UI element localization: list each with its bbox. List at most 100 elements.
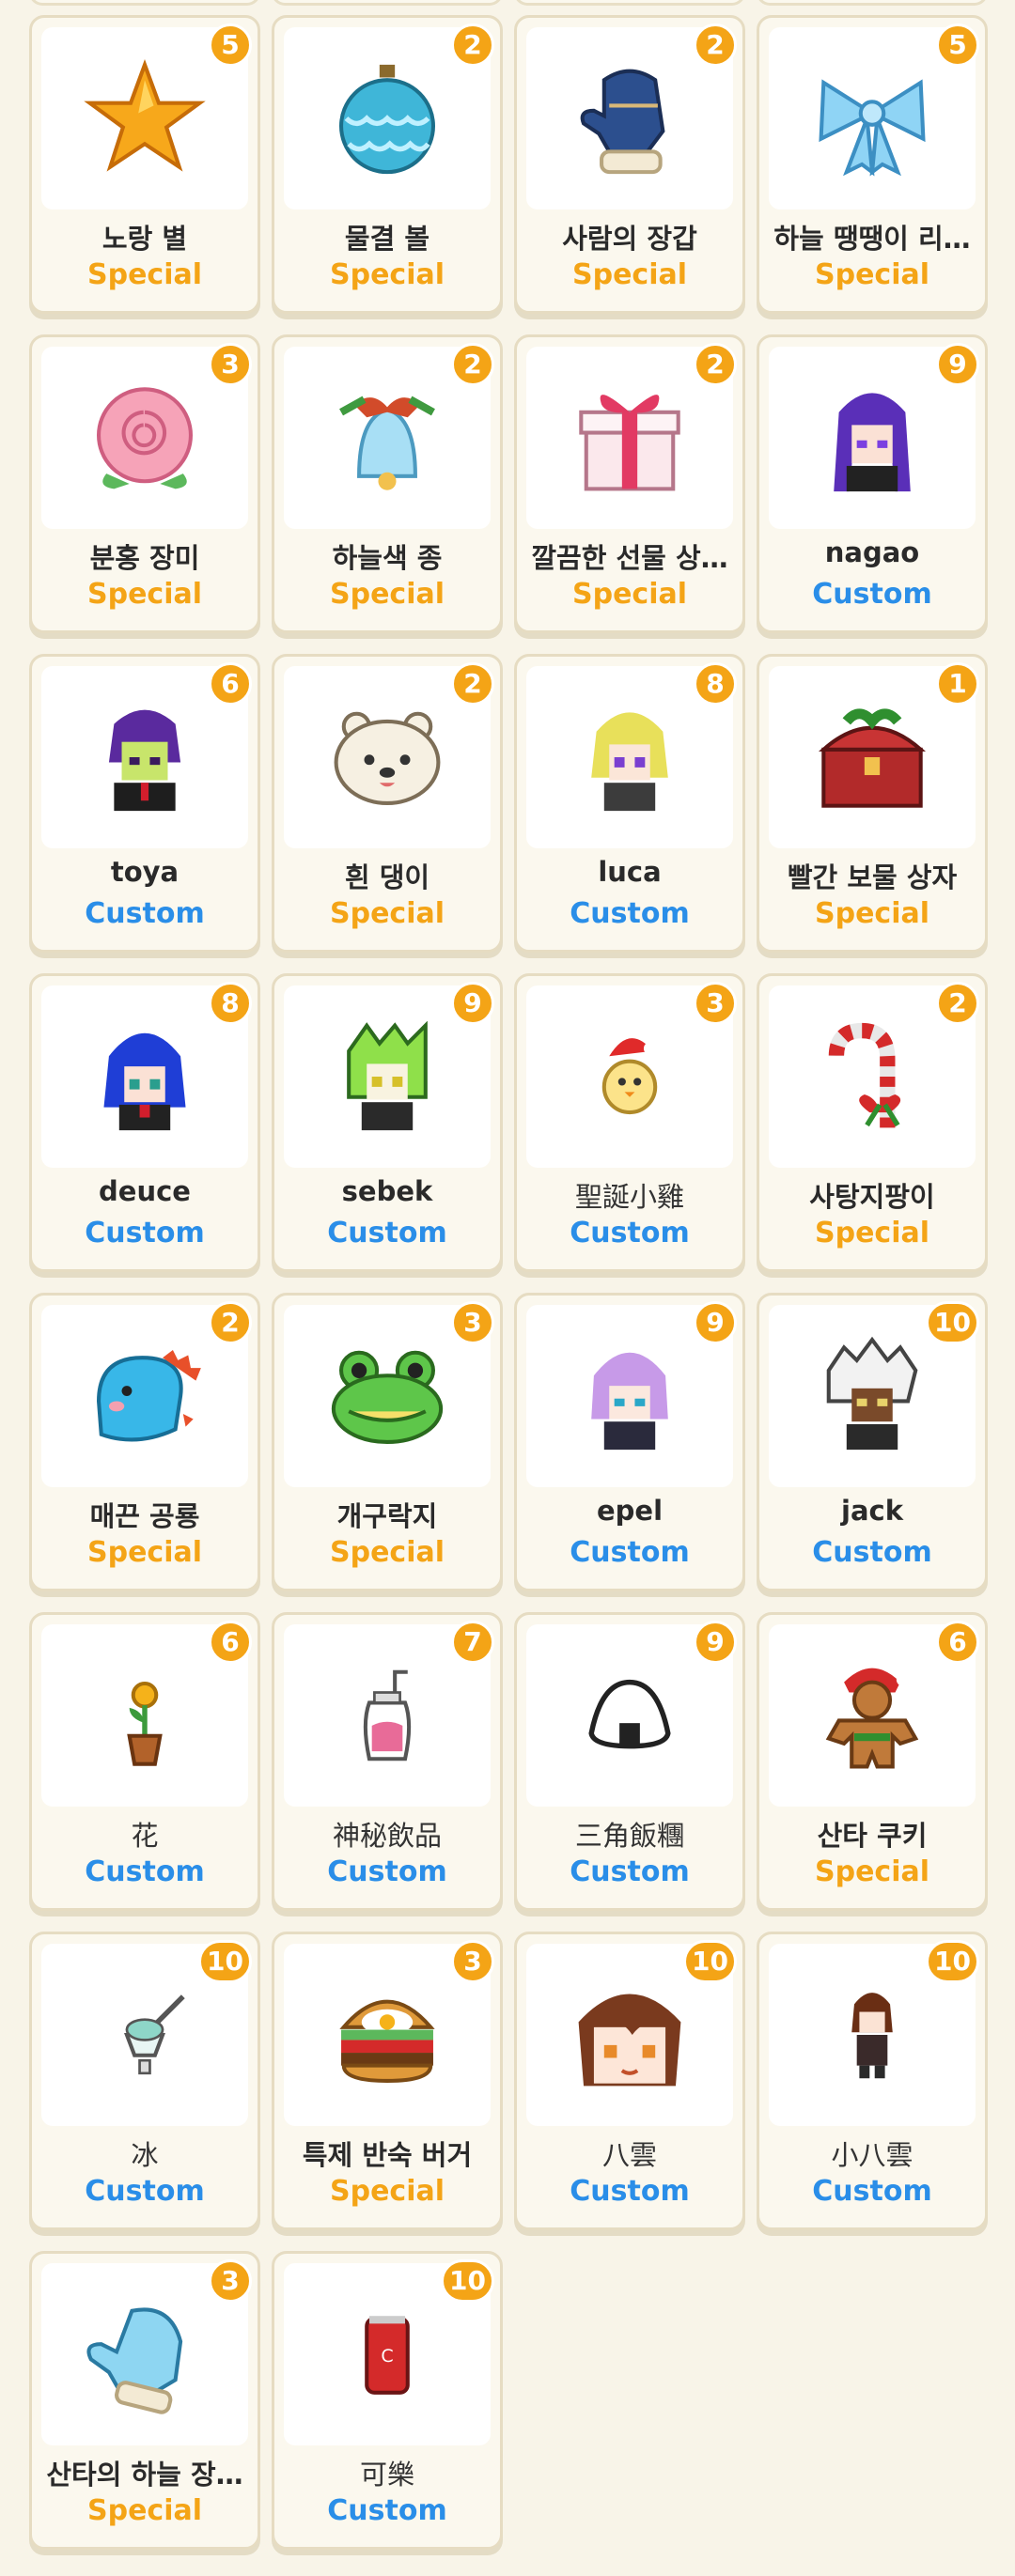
item-name: epel [596,1495,664,1527]
blonde-character-icon [591,712,668,812]
blue-mitten-icon [580,69,665,175]
item-card[interactable]: 1 빨간 보물 상자 Special [757,654,988,953]
item-card[interactable]: 5 노랑 별 Special [29,15,260,314]
item-card[interactable]: 9 nagao Custom [757,334,988,633]
item-card[interactable]: 10 小八雲 Custom [757,1932,988,2230]
item-card[interactable]: 9 epel Custom [514,1293,745,1591]
item-name: 빨간 보물 상자 [787,861,958,893]
item-name: 특제 반숙 버거 [302,2139,473,2171]
item-card[interactable]: 10 jack Custom [757,1293,988,1591]
lavender-hair-character-icon [591,1352,668,1451]
mystery-drink-icon [363,1669,412,1761]
item-card[interactable]: 6 toya Custom [29,654,260,953]
item-type-label: Special [329,897,445,930]
item-type-label: Special [329,2175,445,2208]
blue-ribbon-icon [819,79,926,177]
item-card[interactable]: 6 花 Custom [29,1612,260,1911]
count-badge: 2 [451,343,494,386]
count-badge: 6 [209,662,252,706]
item-type-label: Special [571,258,688,291]
item-card[interactable]: 2 사탕지팡이 Special [757,973,988,1272]
green-hair-character-icon [347,1020,428,1131]
item-card[interactable]: 2 사람의 장갑 Special [514,15,745,314]
item-type-label: Special [86,2494,203,2527]
item-card[interactable]: 2 깔끔한 선물 상… Special [514,334,745,633]
item-card[interactable]: 2 하늘색 종 Special [272,334,503,633]
item-name: 분홍 장미 [89,542,200,574]
item-card[interactable]: 9 三角飯糰 Custom [514,1612,745,1911]
item-card[interactable]: 2 흰 댕이 Special [272,654,503,953]
item-type-label: Special [571,578,688,611]
item-type-label: Custom [85,1217,205,1249]
item-name: 하늘색 종 [332,542,443,574]
item-name: luca [598,856,662,888]
gingerbread-santa-icon [825,1668,919,1769]
item-name: 花 [131,1820,159,1852]
item-type-label: Custom [570,1217,690,1249]
item-type-label: Special [814,897,930,930]
item-type-label: Special [86,258,203,291]
item-name: 冰 [131,2139,159,2171]
item-name: 神秘飲品 [332,1820,442,1852]
item-card[interactable]: 10 八雲 Custom [514,1932,745,2230]
item-name: 산타 쿠키 [817,1820,928,1852]
count-badge: 1 [936,662,979,706]
count-badge: 6 [209,1621,252,1664]
item-card[interactable]: 7 神秘飲品 Custom [272,1612,503,1911]
item-card[interactable]: 8 deuce Custom [29,973,260,1272]
item-card[interactable]: 3 산타의 하늘 장… Special [29,2251,260,2550]
item-type-label: Special [814,1217,930,1249]
item-card[interactable]: 2 물결 볼 Special [272,15,503,314]
item-name: 可樂 [359,2459,414,2491]
previous-row-edge [0,0,1015,13]
item-card[interactable]: 6 산타 쿠키 Special [757,1612,988,1911]
item-name: sebek [341,1175,433,1207]
count-badge: 10 [926,1301,979,1344]
item-card[interactable]: C 10 可樂 Custom [272,2251,503,2550]
gift-box-icon [579,395,680,491]
item-type-label: Custom [327,1855,447,1888]
yellow-star-icon [84,58,206,172]
item-card[interactable]: 10 冰 Custom [29,1932,260,2230]
count-badge: 2 [209,1301,252,1344]
count-badge: 10 [683,1940,737,1983]
item-card[interactable]: 3 특제 반숙 버거 Special [272,1932,503,2230]
item-name: 하늘 땡땡이 리… [773,223,971,255]
count-badge: 2 [451,23,494,67]
item-name: 小八雲 [831,2139,914,2171]
item-type-label: Special [86,1536,203,1569]
count-badge: 3 [209,2259,252,2303]
potted-flower-icon [127,1681,163,1766]
item-name: 聖誕小雞 [574,1181,684,1213]
item-card[interactable]: 5 하늘 땡땡이 리… Special [757,15,988,314]
item-card[interactable]: 8 luca Custom [514,654,745,953]
count-badge: 9 [694,1301,737,1344]
item-card[interactable]: 9 sebek Custom [272,973,503,1272]
item-name: 흰 댕이 [344,861,430,893]
small-character-icon [851,1993,893,2079]
item-type-label: Special [814,258,930,291]
item-type-label: Custom [85,897,205,930]
item-card[interactable]: 3 聖誕小雞 Custom [514,973,745,1272]
svg-text:C: C [381,2346,393,2367]
item-type-label: Special [86,578,203,611]
count-badge: 3 [694,982,737,1025]
item-name: 개구락지 [336,1500,438,1532]
red-treasure-chest-icon [818,708,927,808]
item-card[interactable]: 3 개구락지 Special [272,1293,503,1591]
item-card[interactable]: 2 매끈 공룡 Special [29,1293,260,1591]
item-type-label: Custom [570,897,690,930]
item-type-label: Custom [570,1855,690,1888]
cola-can-icon: C [365,2316,410,2395]
item-type-label: Custom [812,578,932,611]
item-card[interactable]: 3 분홍 장미 Special [29,334,260,633]
item-name: jack [841,1495,903,1527]
item-type-label: Special [814,1855,930,1888]
item-name: 깔끔한 선물 상… [531,542,728,574]
item-grid: 5 노랑 별 Special 2 물결 볼 Special 2 사람의 장갑 Special 5 하… [29,15,988,2550]
item-type-label: Custom [85,1855,205,1888]
item-name: deuce [99,1175,191,1207]
count-badge: 6 [936,1621,979,1664]
count-badge: 8 [209,982,252,1025]
item-type-label: Custom [327,1217,447,1249]
